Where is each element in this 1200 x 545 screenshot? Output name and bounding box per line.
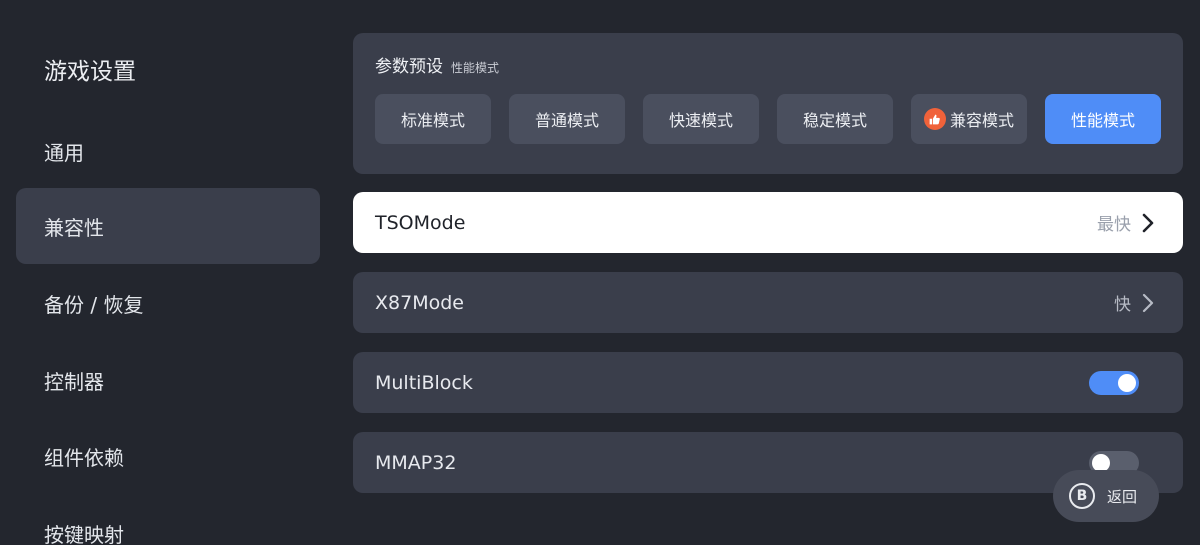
back-label: 返回 [1107,487,1138,506]
preset-panel: 参数预设 性能模式 标准模式 普通模式 快速模式 稳定模式 兼容模式 性能模式 [353,33,1183,174]
preset-button-label: 快速模式 [668,111,733,130]
preset-button-label: 性能模式 [1070,111,1135,130]
multiblock-toggle[interactable] [1089,370,1139,395]
sidebar-item-controller[interactable]: 控制器 [16,342,320,418]
sidebar-item-key-mapping[interactable]: 按键映射 [16,495,320,545]
b-key-icon: B [1069,483,1095,509]
preset-fast-button[interactable]: 快速模式 [643,94,759,144]
preset-current-mode: 性能模式 [451,61,500,75]
preset-title: 参数预设 [375,57,443,77]
setting-label: MMAP32 [375,451,457,474]
preset-header: 参数预设 性能模式 [375,52,499,77]
preset-button-label: 稳定模式 [802,111,867,130]
preset-button-row: 标准模式 普通模式 快速模式 稳定模式 兼容模式 性能模式 [375,94,1161,144]
setting-value: 最快 [1097,215,1131,235]
preset-button-label: 兼容模式 [949,111,1014,130]
sidebar-item-backup-restore[interactable]: 备份 / 恢复 [16,265,320,341]
sidebar-item-label: 按键映射 [44,522,124,545]
game-settings-screen: 游戏设置 通用 兼容性 备份 / 恢复 控制器 组件依赖 按键映射 参数预设 性… [0,0,1200,545]
sidebar: 游戏设置 通用 兼容性 备份 / 恢复 控制器 组件依赖 按键映射 [0,0,336,545]
thumbs-up-icon [923,108,946,130]
preset-stable-button[interactable]: 稳定模式 [777,94,893,144]
sidebar-item-label: 控制器 [44,369,104,394]
sidebar-title: 游戏设置 [44,59,136,85]
setting-row-x87mode[interactable]: X87Mode 快 [353,272,1183,333]
setting-label: TSOMode [375,211,466,234]
setting-label: X87Mode [375,291,464,314]
sidebar-item-label: 通用 [44,140,84,165]
sidebar-item-components[interactable]: 组件依赖 [16,418,320,494]
sidebar-item-label: 组件依赖 [44,445,124,470]
setting-row-multiblock: MultiBlock [353,352,1183,413]
preset-button-label: 标准模式 [400,111,465,130]
sidebar-item-label: 兼容性 [44,215,104,240]
toggle-knob [1118,373,1136,392]
sidebar-item-general[interactable]: 通用 [16,113,320,189]
preset-compatible-button[interactable]: 兼容模式 [911,94,1027,144]
preset-standard-button[interactable]: 标准模式 [375,94,491,144]
preset-button-label: 普通模式 [534,111,599,130]
chevron-right-icon [1142,213,1154,232]
chevron-right-icon [1142,293,1154,312]
setting-label: MultiBlock [375,371,473,394]
preset-normal-button[interactable]: 普通模式 [509,94,625,144]
back-button[interactable]: B 返回 [1053,470,1159,522]
setting-value: 快 [1114,295,1131,315]
toggle-knob [1092,453,1110,472]
setting-row-tsomode[interactable]: TSOMode 最快 [353,192,1183,253]
preset-performance-button[interactable]: 性能模式 [1045,94,1161,144]
sidebar-item-compatibility[interactable]: 兼容性 [16,188,320,264]
sidebar-item-label: 备份 / 恢复 [44,292,144,317]
